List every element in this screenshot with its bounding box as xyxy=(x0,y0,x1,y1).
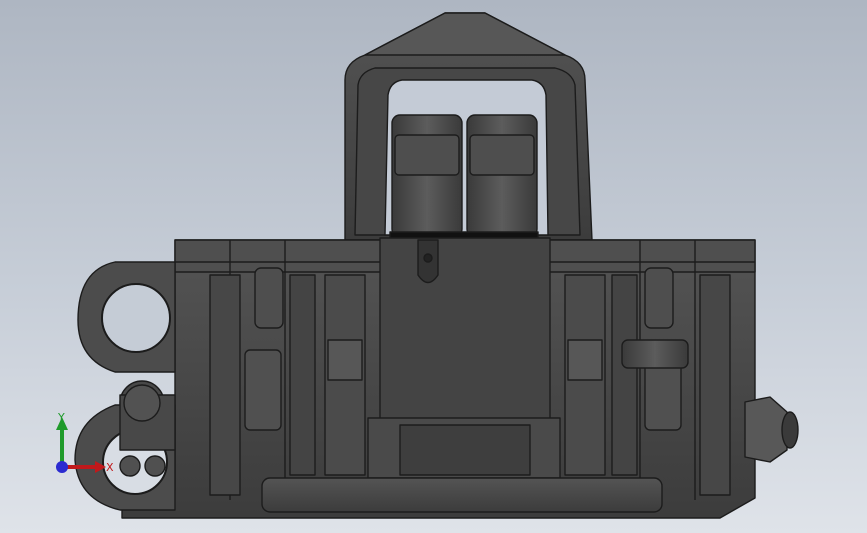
y-axis-label: Y xyxy=(57,411,65,424)
bleeder-nut xyxy=(744,396,799,463)
bottom-bar xyxy=(261,477,663,513)
axis-triad: Y X xyxy=(56,411,114,474)
caliper-model[interactable] xyxy=(0,0,867,533)
guide-pin xyxy=(621,339,689,369)
cad-viewport[interactable]: Y X xyxy=(0,0,867,533)
z-axis-dot xyxy=(56,461,68,473)
center-block xyxy=(367,237,561,479)
x-axis-label: X xyxy=(106,461,114,474)
x-axis-arrow-icon xyxy=(95,461,106,473)
mounting-lug-top xyxy=(77,261,176,373)
